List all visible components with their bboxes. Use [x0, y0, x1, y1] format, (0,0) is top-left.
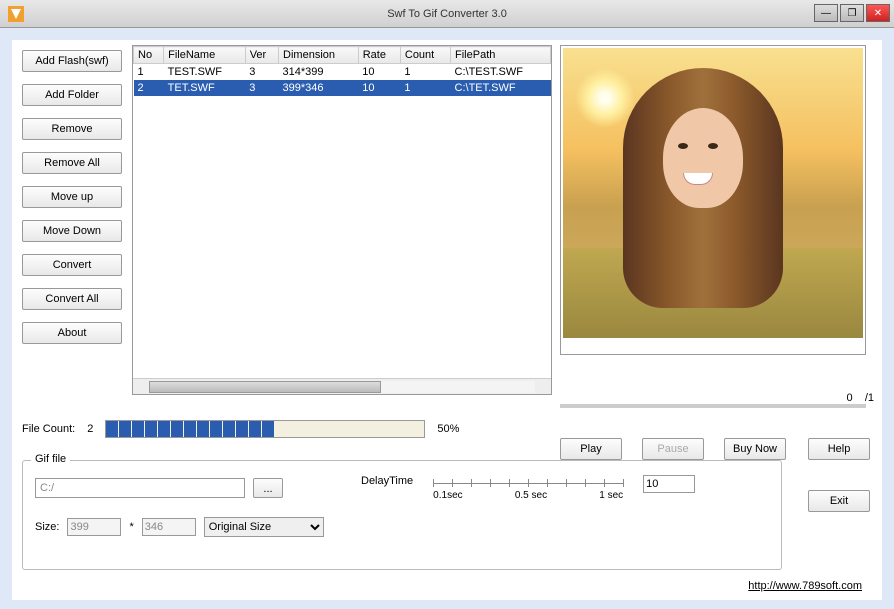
- convert-button[interactable]: Convert: [22, 254, 122, 276]
- col-rate[interactable]: Rate: [358, 47, 400, 64]
- table-row[interactable]: 2 TET.SWF 3 399*346 10 1 C:\TET.SWF: [134, 80, 551, 96]
- delay-label: DelayTime: [361, 475, 413, 487]
- progress-bar: [105, 420, 425, 438]
- frame-slider[interactable]: 0 /1: [560, 396, 866, 416]
- add-folder-button[interactable]: Add Folder: [22, 84, 122, 106]
- move-up-button[interactable]: Move up: [22, 186, 122, 208]
- size-mode-select[interactable]: Original Size: [204, 517, 324, 537]
- size-mult: *: [129, 521, 133, 533]
- col-filepath[interactable]: FilePath: [451, 47, 551, 64]
- col-count[interactable]: Count: [400, 47, 450, 64]
- preview-pane: [560, 45, 866, 355]
- move-down-button[interactable]: Move Down: [22, 220, 122, 242]
- add-flash-button[interactable]: Add Flash(swf): [22, 50, 122, 72]
- browse-button[interactable]: ...: [253, 478, 283, 498]
- pause-button[interactable]: Pause: [642, 438, 704, 460]
- sidebar: Add Flash(swf) Add Folder Remove Remove …: [22, 50, 122, 344]
- exit-button[interactable]: Exit: [808, 490, 870, 512]
- file-count-row: File Count: 2 50%: [22, 420, 552, 438]
- file-count-value: 2: [87, 423, 93, 435]
- playback-buttons: Play Pause Buy Now: [560, 438, 786, 460]
- col-ver[interactable]: Ver: [245, 47, 278, 64]
- delay-value-input[interactable]: [643, 475, 695, 493]
- file-table: No FileName Ver Dimension Rate Count Fil…: [133, 46, 551, 96]
- width-input[interactable]: [67, 518, 121, 536]
- gif-legend: Gif file: [31, 453, 70, 465]
- buy-now-button[interactable]: Buy Now: [724, 438, 786, 460]
- horizontal-scrollbar[interactable]: [133, 378, 551, 394]
- col-filename[interactable]: FileName: [164, 47, 246, 64]
- height-input[interactable]: [142, 518, 196, 536]
- delay-slider[interactable]: 0.1sec 0.5 sec 1 sec: [433, 475, 623, 501]
- col-no[interactable]: No: [134, 47, 164, 64]
- frame-current: 0: [846, 392, 852, 404]
- help-button[interactable]: Help: [808, 438, 870, 460]
- output-path-input[interactable]: [35, 478, 245, 498]
- file-count-label: File Count:: [22, 423, 75, 435]
- remove-button[interactable]: Remove: [22, 118, 122, 140]
- file-list[interactable]: No FileName Ver Dimension Rate Count Fil…: [132, 45, 552, 395]
- close-button[interactable]: ✕: [866, 4, 890, 22]
- play-button[interactable]: Play: [560, 438, 622, 460]
- window-title: Swf To Gif Converter 3.0: [387, 8, 507, 20]
- remove-all-button[interactable]: Remove All: [22, 152, 122, 174]
- col-dimension[interactable]: Dimension: [279, 47, 359, 64]
- size-label: Size:: [35, 521, 59, 533]
- main-panel: Add Flash(swf) Add Folder Remove Remove …: [12, 40, 882, 600]
- about-button[interactable]: About: [22, 322, 122, 344]
- titlebar: Swf To Gif Converter 3.0 — ❐ ✕: [0, 0, 894, 28]
- table-row[interactable]: 1 TEST.SWF 3 314*399 10 1 C:\TEST.SWF: [134, 64, 551, 81]
- gif-file-group: Gif file ... DelayTime: [22, 460, 782, 570]
- app-icon: [8, 6, 24, 22]
- progress-percent: 50%: [437, 423, 459, 435]
- right-buttons: Help Exit: [808, 438, 870, 512]
- convert-all-button[interactable]: Convert All: [22, 288, 122, 310]
- frame-total: /1: [865, 392, 874, 404]
- maximize-button[interactable]: ❐: [840, 4, 864, 22]
- preview-image: [563, 48, 863, 338]
- vendor-link[interactable]: http://www.789soft.com: [748, 580, 862, 592]
- window-controls: — ❐ ✕: [814, 4, 890, 22]
- minimize-button[interactable]: —: [814, 4, 838, 22]
